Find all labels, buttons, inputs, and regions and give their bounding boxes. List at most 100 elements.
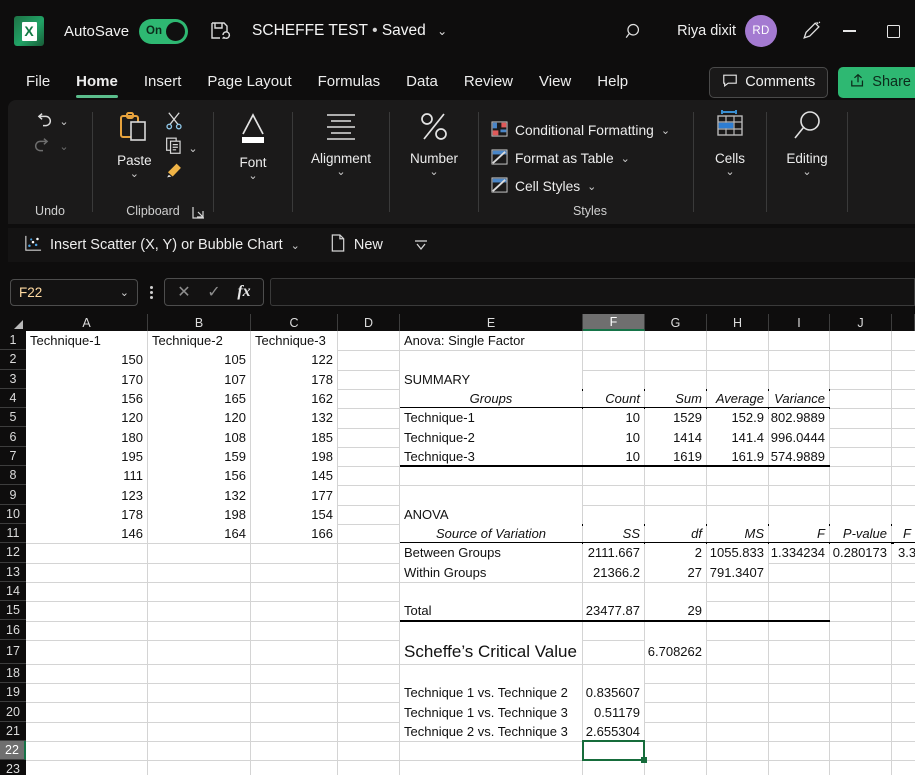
row-header-12[interactable]: 12: [0, 543, 26, 562]
cell-A1[interactable]: Technique-1: [26, 331, 147, 350]
cell-J11[interactable]: P-value: [830, 524, 891, 543]
chevron-down-icon[interactable]: ⌄: [336, 166, 345, 178]
cell-K12[interactable]: 3.3: [894, 543, 915, 562]
redo-button[interactable]: ⌄: [31, 135, 68, 157]
cell-F12[interactable]: 2111.667: [583, 543, 644, 562]
row-header-4[interactable]: 4: [0, 389, 26, 408]
row-header-16[interactable]: 16: [0, 621, 26, 640]
row-header-17[interactable]: 17: [0, 640, 26, 664]
fill-handle[interactable]: [641, 757, 647, 763]
chevron-down-icon[interactable]: ⌄: [130, 168, 139, 180]
row-header-13[interactable]: 13: [0, 563, 26, 582]
cell-C1[interactable]: Technique-3: [251, 331, 337, 350]
tab-home[interactable]: Home: [64, 70, 130, 95]
column-header-k[interactable]: [892, 314, 915, 331]
number-button[interactable]: Number ⌄: [402, 106, 466, 180]
cell-E21[interactable]: Technique 2 vs. Technique 3: [400, 722, 582, 741]
row-header-18[interactable]: 18: [0, 664, 26, 683]
cell-G13[interactable]: 27: [645, 563, 706, 582]
cell-G6[interactable]: 1414: [645, 428, 706, 447]
fx-icon[interactable]: fx: [229, 283, 259, 301]
chevron-down-icon[interactable]: ⌄: [437, 24, 447, 38]
row-header-14[interactable]: 14: [0, 582, 26, 601]
chevron-down-icon[interactable]: ⌄: [802, 166, 811, 178]
row-header-20[interactable]: 20: [0, 702, 26, 721]
row-header-22[interactable]: 22: [0, 741, 26, 760]
chevron-down-icon[interactable]: ⌄: [59, 115, 68, 128]
cell-A9[interactable]: 123: [26, 485, 147, 504]
chevron-down-icon[interactable]: ⌄: [120, 286, 129, 299]
search-icon[interactable]: [617, 14, 651, 48]
cell-A11[interactable]: 146: [26, 524, 147, 543]
format-as-table-button[interactable]: Format as Table ⌄: [487, 147, 634, 170]
cell-F19[interactable]: 0.835607: [583, 683, 644, 702]
row-header-15[interactable]: 15: [0, 601, 26, 620]
cell-E12[interactable]: Between Groups: [400, 543, 582, 562]
cells-area[interactable]: Technique-1 Technique-2 Technique-3 150 …: [26, 331, 915, 775]
overflow-chevron-icon[interactable]: [405, 235, 437, 255]
cell-G17[interactable]: 6.708262: [645, 640, 706, 664]
chevron-down-icon[interactable]: ⌄: [188, 142, 197, 155]
cell-C3[interactable]: 178: [251, 370, 337, 389]
conditional-formatting-button[interactable]: Conditional Formatting ⌄: [487, 119, 674, 142]
document-title[interactable]: SCHEFFE TEST • Saved ⌄: [252, 22, 447, 40]
cell-styles-button[interactable]: Cell Styles ⌄: [487, 175, 600, 198]
minimize-button[interactable]: [827, 14, 871, 48]
editing-button[interactable]: Editing ⌄: [778, 106, 835, 180]
cell-A2[interactable]: 150: [26, 350, 147, 369]
cell-B6[interactable]: 108: [148, 428, 250, 447]
cell-E17[interactable]: Scheffe’s Critical Value: [400, 640, 582, 664]
row-header-19[interactable]: 19: [0, 683, 26, 702]
pen-draw-icon[interactable]: [797, 16, 827, 46]
formula-input[interactable]: [270, 278, 915, 306]
cell-A5[interactable]: 120: [26, 408, 147, 427]
dialog-launcher-icon[interactable]: [192, 206, 205, 219]
cell-G5[interactable]: 1529: [645, 408, 706, 427]
column-header-d[interactable]: D: [338, 314, 400, 331]
cancel-x-icon[interactable]: ✕: [169, 282, 199, 302]
cell-E13[interactable]: Within Groups: [400, 563, 582, 582]
cell-E5[interactable]: Technique-1: [400, 408, 582, 427]
column-header-e[interactable]: E: [400, 314, 583, 331]
chevron-down-icon[interactable]: ⌄: [661, 124, 670, 137]
chevron-down-icon[interactable]: ⌄: [59, 140, 68, 153]
column-header-b[interactable]: B: [148, 314, 251, 331]
cell-A10[interactable]: 178: [26, 505, 147, 524]
cell-E4[interactable]: Groups: [400, 389, 582, 408]
save-refresh-icon[interactable]: [208, 19, 232, 43]
cell-G7[interactable]: 1619: [645, 447, 706, 466]
cell-B8[interactable]: 156: [148, 466, 250, 485]
cell-G11[interactable]: df: [645, 524, 706, 543]
cell-H13[interactable]: 791.3407: [707, 563, 768, 582]
cell-F6[interactable]: 10: [583, 428, 644, 447]
row-header-9[interactable]: 9: [0, 485, 26, 504]
cell-G4[interactable]: Sum: [645, 389, 706, 408]
cell-I4[interactable]: Variance: [769, 389, 829, 408]
cell-K11[interactable]: F: [892, 524, 915, 543]
cell-A6[interactable]: 180: [26, 428, 147, 447]
cell-G15[interactable]: 29: [645, 601, 706, 620]
cell-J12[interactable]: 0.280173: [830, 543, 891, 562]
row-header-2[interactable]: 2: [0, 350, 26, 369]
font-button[interactable]: Font ⌄: [225, 106, 281, 184]
cell-C11[interactable]: 166: [251, 524, 337, 543]
row-header-10[interactable]: 10: [0, 505, 26, 524]
cell-B9[interactable]: 132: [148, 485, 250, 504]
cell-I7[interactable]: 574.9889: [769, 447, 829, 466]
column-header-a[interactable]: A: [26, 314, 148, 331]
cell-H7[interactable]: 161.9: [707, 447, 768, 466]
cell-C6[interactable]: 185: [251, 428, 337, 447]
cells-button[interactable]: Cells ⌄: [702, 106, 758, 180]
column-header-j[interactable]: J: [830, 314, 892, 331]
cell-E7[interactable]: Technique-3: [400, 447, 582, 466]
cell-B1[interactable]: Technique-2: [148, 331, 250, 350]
row-header-8[interactable]: 8: [0, 466, 26, 485]
cell-A3[interactable]: 170: [26, 370, 147, 389]
tab-review[interactable]: Review: [452, 70, 525, 95]
row-header-7[interactable]: 7: [0, 447, 26, 466]
cell-C10[interactable]: 154: [251, 505, 337, 524]
column-header-h[interactable]: H: [707, 314, 769, 331]
cell-F21[interactable]: 2.655304: [583, 722, 644, 741]
tab-page-layout[interactable]: Page Layout: [195, 70, 303, 95]
maximize-button[interactable]: [871, 14, 915, 48]
